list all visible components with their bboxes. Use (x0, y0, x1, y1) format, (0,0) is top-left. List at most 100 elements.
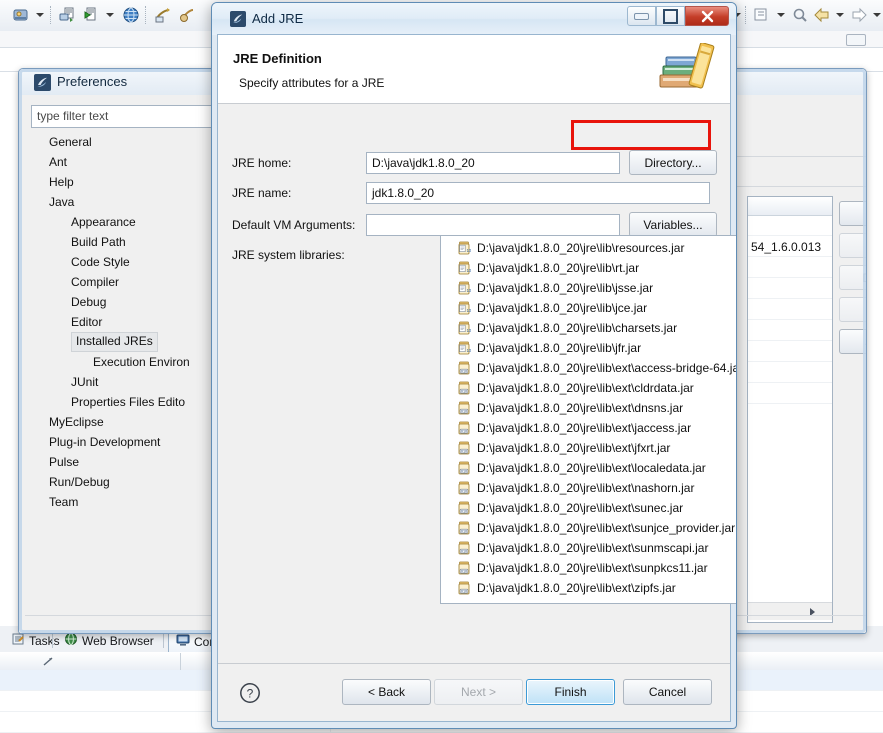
library-list-item[interactable]: 010D:\java\jdk1.8.0_20\jre\lib\ext\local… (441, 458, 737, 478)
forward-dropdown-arrow[interactable] (873, 13, 881, 17)
toolbar-separator (145, 6, 147, 24)
library-list-item[interactable]: 10D:\java\jdk1.8.0_20\jre\lib\jce.jar (441, 298, 737, 318)
debug-icon[interactable] (12, 6, 30, 24)
svg-text:010: 010 (461, 450, 467, 454)
svg-text:010: 010 (461, 570, 467, 574)
help-icon[interactable]: ? (239, 682, 261, 704)
wizard-button-cancel[interactable]: Cancel (623, 679, 712, 705)
minimize-button[interactable] (627, 6, 656, 26)
library-list-item[interactable]: 10D:\java\jdk1.8.0_20\jre\lib\jfr.jar (441, 338, 737, 358)
tree-item-java[interactable]: Java (49, 192, 74, 212)
view-minimize-icon[interactable] (846, 34, 866, 46)
library-list-item[interactable]: 10D:\java\jdk1.8.0_20\jre\lib\charsets.j… (441, 318, 737, 338)
button-variables[interactable]: Variables... (629, 212, 717, 237)
tree-item-compiler[interactable]: Compiler (71, 272, 119, 292)
library-list-item[interactable]: 010D:\java\jdk1.8.0_20\jre\lib\ext\acces… (441, 358, 737, 378)
library-list-item[interactable]: 010D:\java\jdk1.8.0_20\jre\lib\ext\zipfs… (441, 578, 737, 598)
system-library-jar-icon: 10 (457, 281, 471, 295)
jre-system-libraries-list[interactable]: 10D:\java\jdk1.8.0_20\jre\lib\resources.… (440, 235, 737, 604)
tree-item-properties-files-edito[interactable]: Properties Files Edito (71, 392, 185, 412)
maximize-button[interactable] (656, 6, 685, 26)
library-list-item[interactable]: 010D:\java\jdk1.8.0_20\jre\lib\ext\sunec… (441, 498, 737, 518)
column-divider[interactable] (180, 653, 181, 670)
tree-item-appearance[interactable]: Appearance (71, 212, 136, 232)
field-label-jre-home: JRE home: (232, 156, 291, 170)
wizard-button-finish[interactable]: Finish (526, 679, 615, 705)
input-jre-home[interactable]: D:\java\jdk1.8.0_20 (366, 152, 620, 174)
library-list-item[interactable]: 010D:\java\jdk1.8.0_20\jre\lib\ext\sunms… (441, 538, 737, 558)
jre-table-row[interactable] (748, 384, 832, 404)
jar-icon: 010 (457, 541, 471, 555)
library-path: D:\java\jdk1.8.0_20\jre\lib\ext\nashorn.… (477, 481, 694, 495)
new-wizard-dropdown-arrow[interactable] (777, 13, 785, 17)
close-button[interactable] (685, 6, 729, 26)
jre-table-row[interactable]: 54_1.6.0.013 (748, 237, 832, 257)
preferences-button-duplicate: Duplicate. (839, 265, 867, 290)
back-icon[interactable] (813, 6, 831, 24)
tree-item-pulse[interactable]: Pulse (49, 452, 79, 472)
installed-jres-table[interactable]: 54_1.6.0.013 (747, 196, 833, 623)
new-wizard-icon[interactable] (752, 6, 770, 24)
back-dropdown-arrow[interactable] (836, 13, 844, 17)
jre-table-row[interactable] (748, 258, 832, 278)
library-list-item[interactable]: 010D:\java\jdk1.8.0_20\jre\lib\ext\jacce… (441, 418, 737, 438)
button-directory[interactable]: Directory... (629, 150, 717, 175)
libraries-label: JRE system libraries: (232, 248, 345, 262)
svg-text:010: 010 (461, 370, 467, 374)
filter-input[interactable]: type filter text (31, 105, 226, 128)
preferences-button-search[interactable]: Search... (839, 329, 867, 354)
tree-item-junit[interactable]: JUnit (71, 372, 98, 392)
preferences-tree[interactable]: GeneralAntHelpJavaAppearanceBuild Path Co… (31, 132, 224, 610)
forward-icon[interactable] (850, 6, 868, 24)
input-default-vm-arguments[interactable] (366, 214, 620, 236)
tab-divider (52, 633, 53, 648)
tree-item-editor[interactable]: Editor (71, 312, 102, 332)
input-jre-name[interactable]: jdk1.8.0_20 (366, 182, 710, 204)
jre-table-row[interactable] (748, 321, 832, 341)
tree-item-label: Code Style (71, 255, 130, 269)
library-list-item[interactable]: 10D:\java\jdk1.8.0_20\jre\lib\resources.… (441, 238, 737, 258)
open-task-icon[interactable] (178, 6, 196, 24)
web-browser-icon[interactable] (122, 6, 140, 24)
jre-table-row[interactable] (748, 300, 832, 320)
library-list-item[interactable]: 010D:\java\jdk1.8.0_20\jre\lib\ext\sunjc… (441, 518, 737, 538)
library-list-item[interactable]: 10D:\java\jdk1.8.0_20\jre\lib\rt.jar (441, 258, 737, 278)
tree-item-general[interactable]: General (49, 132, 92, 152)
tree-item-build-path[interactable]: Build Path (71, 232, 126, 252)
jre-table-horizontal-scrollbar[interactable] (748, 602, 832, 620)
jre-table-row[interactable] (748, 279, 832, 299)
tree-item-ant[interactable]: Ant (49, 152, 67, 172)
preferences-button-add[interactable]: Add... (839, 201, 867, 226)
library-list-item[interactable]: 10D:\java\jdk1.8.0_20\jre\lib\jsse.jar (441, 278, 737, 298)
jre-table-row[interactable] (748, 342, 832, 362)
library-list-item[interactable]: 010D:\java\jdk1.8.0_20\jre\lib\ext\sunpk… (441, 558, 737, 578)
dialog-title-bar[interactable]: Add JRE (212, 3, 736, 35)
tree-item-label: Properties Files Edito (71, 395, 185, 409)
wizard-button-back[interactable]: < Back (342, 679, 431, 705)
eclipse-icon (34, 74, 51, 91)
library-list-item[interactable]: 010 D:\java\jdk1.8.0_20\jre\lib\ext\nasho… (441, 478, 737, 498)
run-icon[interactable] (82, 6, 100, 24)
tree-item-run-debug[interactable]: Run/Debug (49, 472, 110, 492)
tree-item-team[interactable]: Team (49, 492, 78, 512)
tree-item-plug-in-development[interactable]: Plug-in Development (49, 432, 160, 452)
input-value: D:\java\jdk1.8.0_20 (372, 156, 475, 170)
external-tools-icon[interactable] (58, 6, 76, 24)
debug-dropdown-arrow[interactable] (36, 13, 44, 17)
library-path: D:\java\jdk1.8.0_20\jre\lib\ext\jfxrt.ja… (477, 441, 670, 455)
jre-table-row[interactable] (748, 216, 832, 236)
jre-table-row[interactable] (748, 363, 832, 383)
jar-icon: 010 (457, 481, 471, 495)
tree-item-execution-environ[interactable]: Execution Environ (93, 352, 190, 372)
tree-item-myeclipse[interactable]: MyEclipse (49, 412, 104, 432)
tree-item-installed-jres[interactable]: Installed JREs (71, 332, 158, 352)
tree-item-code-style[interactable]: Code Style (71, 252, 130, 272)
search-icon[interactable] (791, 6, 809, 24)
tree-item-debug[interactable]: Debug (71, 292, 106, 312)
open-type-icon[interactable] (154, 6, 172, 24)
run-dropdown-arrow[interactable] (106, 13, 114, 17)
library-list-item[interactable]: 010 D:\java\jdk1.8.0_20\jre\lib\ext\jfxrt… (441, 438, 737, 458)
library-list-item[interactable]: 010D:\java\jdk1.8.0_20\jre\lib\ext\dnsns… (441, 398, 737, 418)
library-list-item[interactable]: 010D:\java\jdk1.8.0_20\jre\lib\ext\cldrd… (441, 378, 737, 398)
tree-item-help[interactable]: Help (49, 172, 74, 192)
